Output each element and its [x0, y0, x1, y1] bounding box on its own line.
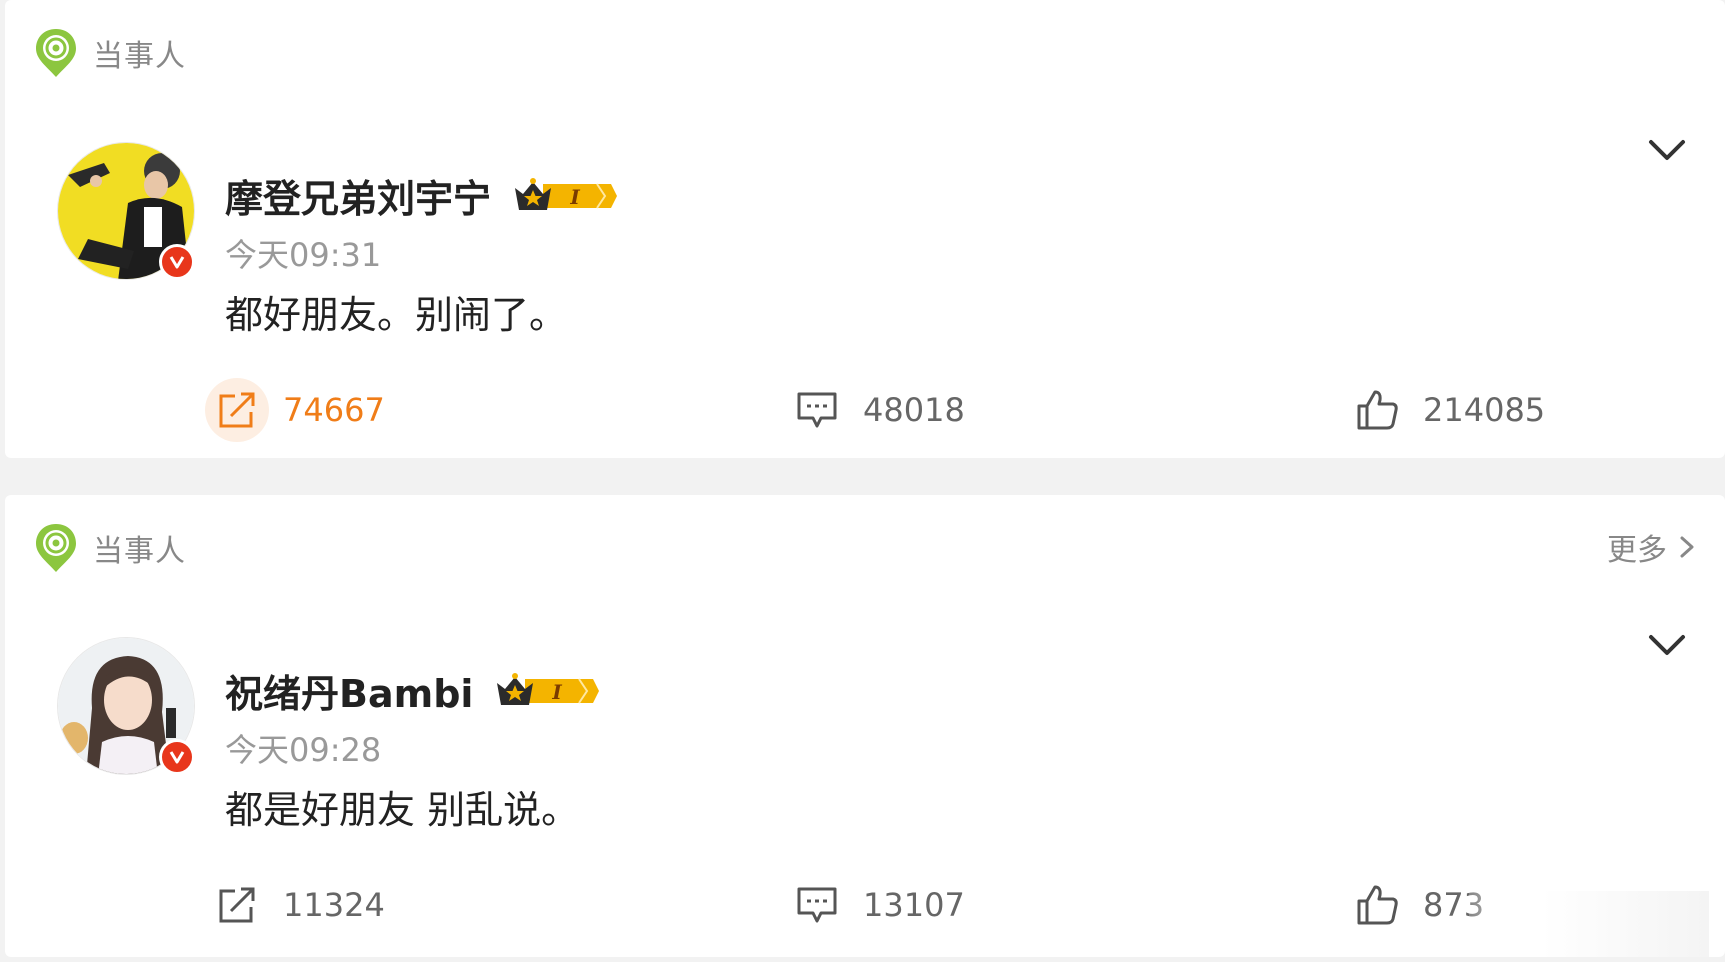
- more-label: 更多: [1607, 533, 1667, 568]
- repost-count: 11324: [283, 886, 385, 924]
- comment-count: 48018: [863, 391, 965, 429]
- action-bar: 74667 48018 214085: [5, 378, 1725, 442]
- post-time: 今天09:31: [225, 236, 382, 274]
- location-pin-icon: [36, 29, 76, 77]
- action-bar: 11324 13107 873: [5, 875, 1725, 935]
- post-card: 当事人 更多 祝绪丹Bambi I 今天09:28 都是好朋友 别乱说。 113…: [5, 495, 1725, 957]
- thumbs-up-icon: [1357, 390, 1398, 430]
- user-line: 祝绪丹Bambi I: [225, 663, 600, 718]
- comment-button[interactable]: 13107: [785, 875, 965, 935]
- chevron-right-icon: [1680, 536, 1694, 558]
- chevron-down-icon[interactable]: [1647, 631, 1687, 659]
- repost-button[interactable]: 11324: [205, 875, 385, 935]
- repost-button[interactable]: 74667: [205, 378, 385, 442]
- chevron-down-icon[interactable]: [1647, 136, 1687, 164]
- level-text: I: [552, 680, 563, 704]
- comment-count: 13107: [863, 886, 965, 924]
- username[interactable]: 祝绪丹Bambi: [225, 663, 473, 718]
- watermark-overlay: [1469, 891, 1709, 957]
- section-label: 当事人: [93, 39, 186, 74]
- location-pin-icon: [36, 524, 76, 572]
- like-button[interactable]: 214085: [1345, 380, 1545, 440]
- thumbs-up-icon: [1357, 885, 1398, 925]
- crown-level-badge[interactable]: I: [495, 671, 600, 711]
- like-button[interactable]: 873: [1345, 875, 1484, 935]
- section-header: 当事人: [33, 28, 186, 78]
- comment-bubble-icon: [797, 887, 837, 923]
- section-header: 当事人: [33, 523, 186, 573]
- repost-count: 74667: [283, 391, 385, 429]
- like-count: 214085: [1423, 391, 1546, 429]
- post-text: 都好朋友。别闹了。: [225, 293, 568, 337]
- verified-v-icon: [169, 751, 185, 764]
- comment-button[interactable]: 48018: [785, 380, 965, 440]
- share-arrow-icon: [219, 887, 255, 923]
- share-arrow-icon: [219, 392, 255, 428]
- level-text: I: [569, 185, 580, 209]
- post-card: 当事人 摩登兄弟刘宇宁 I 今天09:31 都好朋友。别闹了。 74667 48…: [5, 0, 1725, 458]
- username[interactable]: 摩登兄弟刘宇宁: [225, 168, 491, 223]
- avatar[interactable]: [57, 637, 195, 775]
- user-line: 摩登兄弟刘宇宁 I: [225, 168, 618, 223]
- verified-badge: [159, 244, 195, 280]
- avatar[interactable]: [57, 142, 195, 280]
- verified-badge: [159, 739, 195, 775]
- post-time: 今天09:28: [225, 731, 382, 769]
- section-label: 当事人: [93, 534, 186, 569]
- crown-level-badge[interactable]: I: [513, 176, 618, 216]
- post-text: 都是好朋友 别乱说。: [225, 788, 580, 832]
- verified-v-icon: [169, 256, 185, 269]
- more-link[interactable]: 更多: [1607, 525, 1695, 569]
- comment-bubble-icon: [797, 392, 837, 428]
